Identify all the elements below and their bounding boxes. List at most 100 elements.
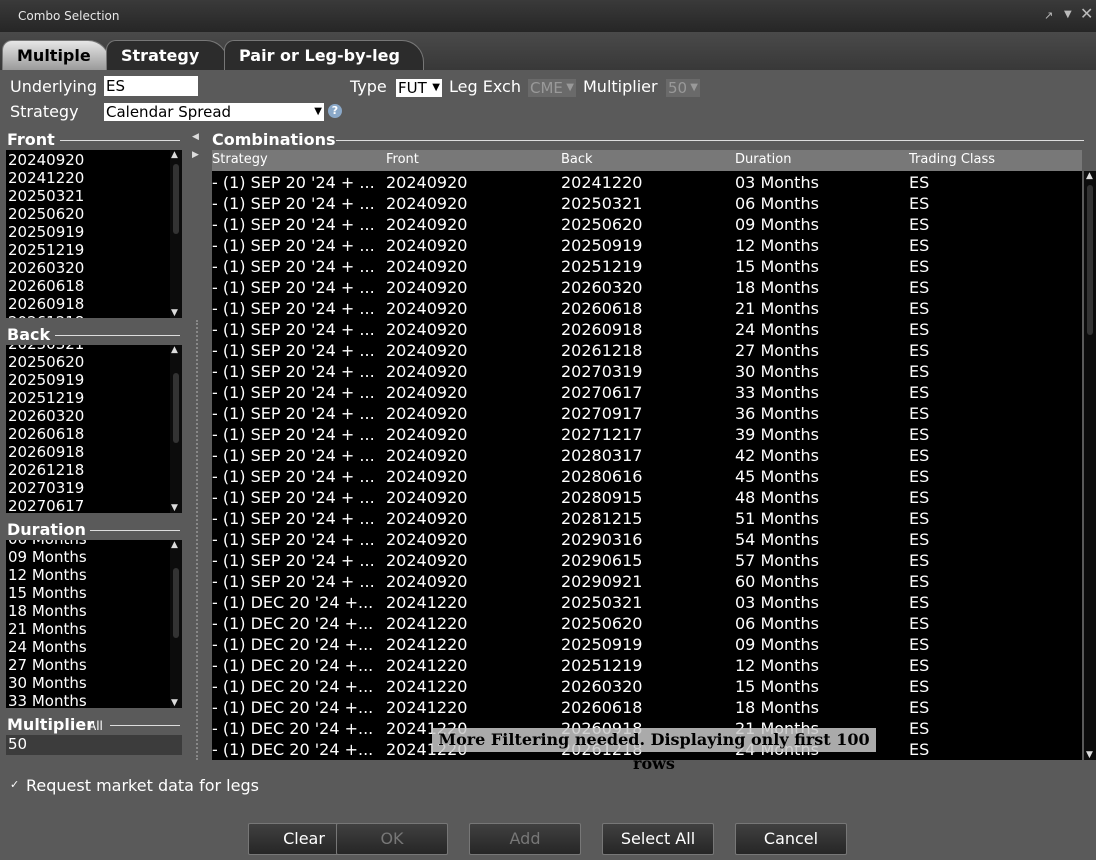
list-item[interactable]: 21 Months — [6, 620, 182, 638]
table-row[interactable]: - (1) SEP 20 '24 + ... 20240920 20270319 30… — [212, 361, 1082, 382]
list-item[interactable]: 20250620 — [6, 205, 182, 223]
list-item[interactable]: 20250321 — [6, 187, 182, 205]
underlying-input[interactable]: ES — [104, 76, 198, 96]
scroll-up-icon[interactable]: ▲ — [1086, 171, 1093, 181]
list-item[interactable]: 24 Months — [6, 638, 182, 656]
strategy-select[interactable]: Calendar Spread ▼ — [104, 103, 324, 121]
list-item[interactable]: 20260918 — [6, 295, 182, 313]
combinations-scrollbar[interactable]: ▲ ▼ — [1084, 171, 1096, 760]
help-icon[interactable]: ? — [328, 104, 342, 118]
multiplier-filter-list[interactable]: 50 — [6, 735, 182, 755]
scroll-down-icon[interactable]: ▼ — [171, 503, 178, 513]
table-row[interactable]: - (1) DEC 20 '24 +... 20241220 20250919 09 … — [212, 634, 1082, 655]
list-item[interactable]: 20260320 — [6, 407, 182, 425]
list-item[interactable]: 50 — [6, 735, 182, 753]
table-row[interactable]: - (1) SEP 20 '24 + ... 20240920 20260918 24… — [212, 319, 1082, 340]
add-button[interactable]: Add — [469, 823, 581, 855]
list-item[interactable]: 20260618 — [6, 425, 182, 443]
list-item[interactable]: 18 Months — [6, 602, 182, 620]
scroll-thumb[interactable] — [1087, 185, 1093, 335]
list-item[interactable]: 20240920 — [6, 151, 182, 169]
list-item[interactable]: 15 Months — [6, 584, 182, 602]
table-row[interactable]: - (1) DEC 20 '24 +... 20241220 20251219 12 … — [212, 655, 1082, 676]
table-row[interactable]: - (1) SEP 20 '24 + ... 20240920 20271217 39… — [212, 424, 1082, 445]
combinations-table[interactable]: Strategy Front Back Duration Trading Cla… — [212, 150, 1082, 760]
table-row[interactable]: - (1) DEC 20 '24 +... 20241220 20250620 06 … — [212, 613, 1082, 634]
table-row[interactable]: - (1) SEP 20 '24 + ... 20240920 20280915 48… — [212, 487, 1082, 508]
table-row[interactable]: - (1) SEP 20 '24 + ... 20240920 20250620 09… — [212, 214, 1082, 235]
table-row[interactable]: - (1) DEC 20 '24 +... 20241220 20250321 03 … — [212, 592, 1082, 613]
list-item[interactable]: 06 Months — [6, 540, 182, 548]
tab-pair-or-leg-by-leg[interactable]: Pair or Leg-by-leg — [224, 40, 424, 70]
table-row[interactable]: - (1) SEP 20 '24 + ... 20240920 20280317 42… — [212, 445, 1082, 466]
table-row[interactable]: - (1) SEP 20 '24 + ... 20240920 20250919 12… — [212, 235, 1082, 256]
pin-icon[interactable]: ↗ — [1044, 9, 1053, 22]
list-item[interactable]: 20251219 — [6, 389, 182, 407]
scroll-down-icon[interactable]: ▼ — [171, 308, 178, 318]
menu-chevron-icon[interactable]: ▼ — [1064, 9, 1072, 20]
table-row[interactable]: - (1) SEP 20 '24 + ... 20240920 20270917 36… — [212, 403, 1082, 424]
scroll-thumb[interactable] — [173, 568, 179, 638]
duration-list[interactable]: 06 Months09 Months12 Months15 Months18 M… — [6, 540, 182, 708]
table-row[interactable]: - (1) SEP 20 '24 + ... 20240920 20261218 27… — [212, 340, 1082, 361]
scroll-thumb[interactable] — [173, 164, 179, 234]
list-item[interactable]: 20241220 — [6, 169, 182, 187]
type-select[interactable]: FUT ▼ — [396, 79, 442, 97]
list-item[interactable]: 20260618 — [6, 277, 182, 295]
table-row[interactable]: - (1) SEP 20 '24 + ... 20240920 20281215 51… — [212, 508, 1082, 529]
scroll-up-icon[interactable]: ▲ — [171, 540, 178, 550]
list-item[interactable]: 20261218 — [6, 313, 182, 318]
close-icon[interactable]: ✕ — [1080, 4, 1093, 23]
back-list[interactable]: 2025032120250620202509192025121920260320… — [6, 345, 182, 513]
collapse-left-icon[interactable]: ◀ — [192, 132, 199, 142]
column-header-back[interactable]: Back — [561, 152, 593, 167]
table-row[interactable]: - (1) SEP 20 '24 + ... 20240920 20290316 54… — [212, 529, 1082, 550]
column-header-front[interactable]: Front — [386, 152, 419, 167]
front-scrollbar[interactable]: ▲ ▼ — [170, 150, 182, 318]
list-item[interactable]: 20251219 — [6, 241, 182, 259]
list-item[interactable]: 20250919 — [6, 223, 182, 241]
table-row[interactable]: - (1) SEP 20 '24 + ... 20240920 20270617 33… — [212, 382, 1082, 403]
table-row[interactable]: - (1) DEC 20 '24 +... 20241220 20260618 18 … — [212, 697, 1082, 718]
splitter-handle[interactable] — [196, 320, 200, 760]
table-row[interactable]: - (1) DEC 20 '24 +... 20241220 20260320 15 … — [212, 676, 1082, 697]
back-scrollbar[interactable]: ▲ ▼ — [170, 345, 182, 513]
table-row[interactable]: - (1) SEP 20 '24 + ... 20240920 20260618 21… — [212, 298, 1082, 319]
list-item[interactable]: 20270617 — [6, 497, 182, 513]
scroll-up-icon[interactable]: ▲ — [171, 345, 178, 355]
table-row[interactable]: - (1) SEP 20 '24 + ... 20240920 20251219 15… — [212, 256, 1082, 277]
duration-scrollbar[interactable]: ▲ ▼ — [170, 540, 182, 708]
list-item[interactable]: 20260320 — [6, 259, 182, 277]
front-list[interactable]: 20240920 20241220 20250321 20250620 20250919… — [6, 150, 182, 318]
table-row[interactable]: - (1) SEP 20 '24 + ... 20240920 20280616 45… — [212, 466, 1082, 487]
list-item[interactable]: 33 Months — [6, 692, 182, 708]
list-item[interactable]: 20261218 — [6, 461, 182, 479]
expand-right-icon[interactable]: ▶ — [192, 150, 199, 160]
scroll-up-icon[interactable]: ▲ — [171, 150, 178, 160]
list-item[interactable]: 20250321 — [6, 345, 182, 353]
scroll-down-icon[interactable]: ▼ — [171, 698, 178, 708]
ok-button[interactable]: OK — [336, 823, 448, 855]
multiplier-select[interactable]: 50 ▼ — [666, 79, 700, 97]
list-item[interactable]: 12 Months — [6, 566, 182, 584]
table-row[interactable]: - (1) SEP 20 '24 + ... 20240920 20290921 60… — [212, 571, 1082, 592]
table-row[interactable]: - (1) SEP 20 '24 + ... 20240920 20250321 06… — [212, 193, 1082, 214]
list-item[interactable]: 20250919 — [6, 371, 182, 389]
column-header-trading-class[interactable]: Trading Class — [909, 152, 995, 167]
list-item[interactable]: 27 Months — [6, 656, 182, 674]
scroll-thumb[interactable] — [173, 373, 179, 443]
tab-multiple[interactable]: Multiple — [2, 40, 110, 70]
list-item[interactable]: 20270319 — [6, 479, 182, 497]
table-row[interactable]: - (1) SEP 20 '24 + ... 20240920 20260320 18… — [212, 277, 1082, 298]
column-header-strategy[interactable]: Strategy — [212, 152, 268, 167]
select-all-button[interactable]: Select All — [602, 823, 714, 855]
request-market-data-checkbox[interactable]: ✓ — [10, 779, 20, 790]
multiplier-all-link[interactable]: All — [88, 719, 103, 733]
tab-strategy[interactable]: Strategy — [106, 40, 228, 70]
cancel-button[interactable]: Cancel — [735, 823, 847, 855]
list-item[interactable]: 20260918 — [6, 443, 182, 461]
list-item[interactable]: 09 Months — [6, 548, 182, 566]
leg-exch-select[interactable]: CME ▼ — [528, 79, 576, 97]
scroll-down-icon[interactable]: ▼ — [1086, 750, 1093, 760]
table-row[interactable]: - (1) SEP 20 '24 + ... 20240920 20241220 03… — [212, 172, 1082, 193]
